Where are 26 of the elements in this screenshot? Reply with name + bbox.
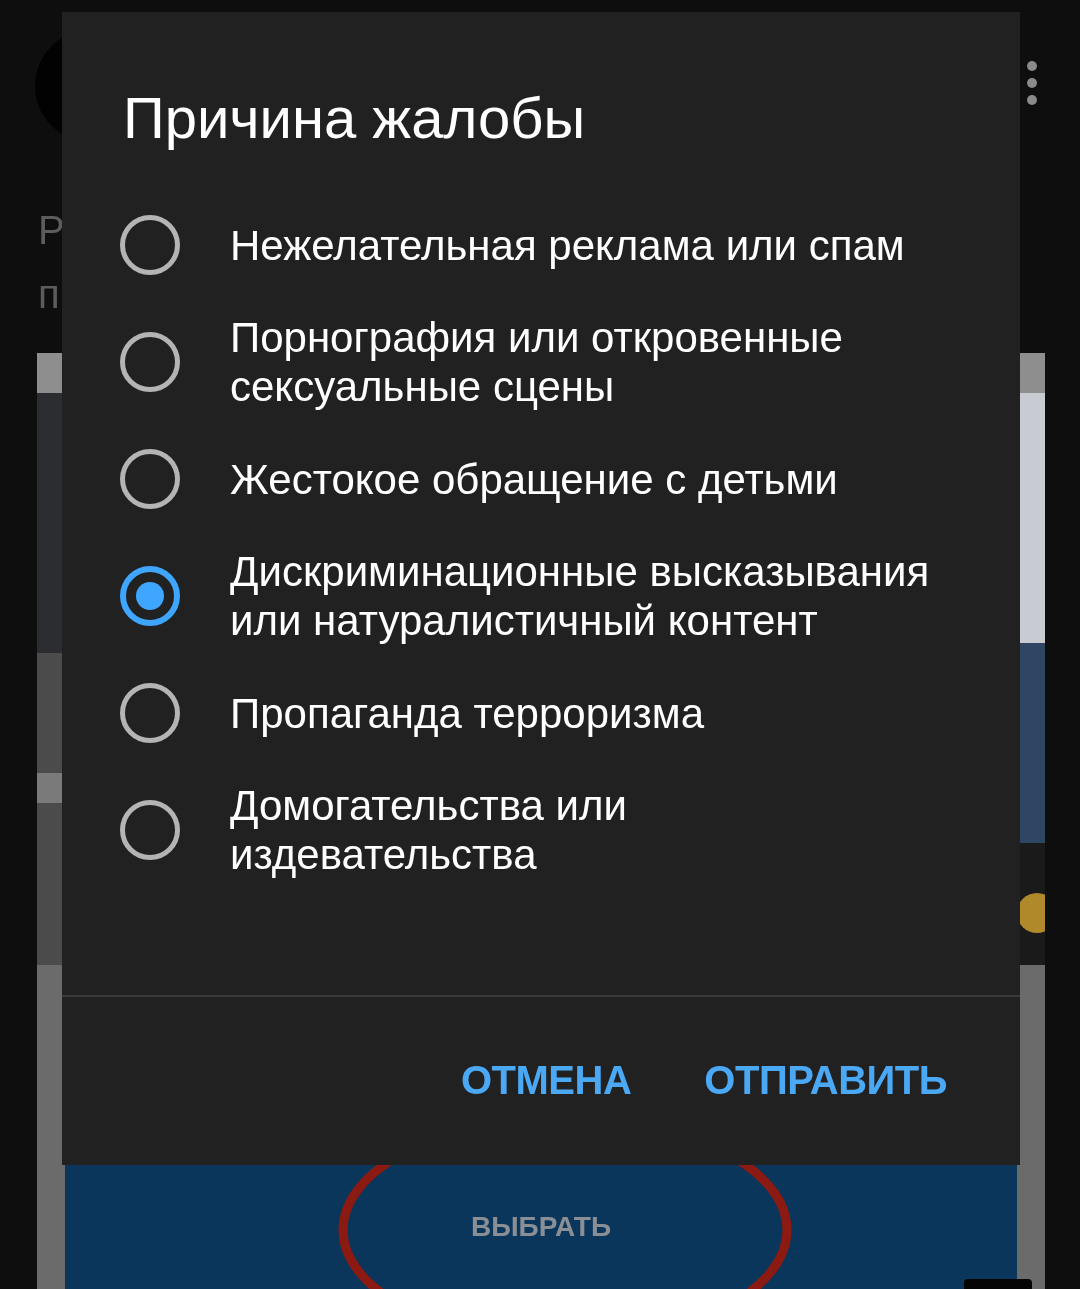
radio-button[interactable]	[120, 683, 180, 743]
option-label: Дискриминационные высказывания или натуралистичный контент	[230, 547, 930, 645]
option-label: Жестокое обращение с детьми	[230, 454, 839, 504]
radio-option[interactable]: Домогательства или издевательства	[120, 762, 980, 898]
radio-button[interactable]	[120, 566, 180, 626]
radio-option[interactable]: Нежелательная реклама или спам	[120, 196, 980, 294]
option-label: Нежелательная реклама или спам	[230, 220, 906, 270]
cancel-button[interactable]: ОТМЕНА	[461, 1050, 632, 1110]
dialog-title: Причина жалобы	[123, 85, 587, 151]
send-button[interactable]: ОТПРАВИТЬ	[704, 1050, 947, 1110]
option-label: Домогательства или издевательства	[230, 781, 628, 879]
radio-option[interactable]: Дискриминационные высказывания или натуралистичный контент	[120, 528, 980, 664]
radio-button[interactable]	[120, 332, 180, 392]
text-fragment: п	[38, 271, 61, 318]
text-fragment: Р	[38, 207, 65, 254]
choose-button[interactable]: ВЫБРАТЬ	[471, 1205, 611, 1248]
radio-button[interactable]	[120, 449, 180, 509]
radio-option[interactable]: Пропаганда терроризма	[120, 664, 980, 762]
badge	[964, 1279, 1032, 1289]
more-icon[interactable]	[1024, 58, 1040, 108]
option-label: Пропаганда терроризма	[230, 688, 705, 738]
radio-option[interactable]: Жестокое обращение с детьми	[120, 430, 980, 528]
option-label: Порнография или откровенные сексуальные сцены	[230, 313, 844, 411]
radio-button[interactable]	[120, 215, 180, 275]
radio-option[interactable]: Порнография или откровенные сексуальные сцены	[120, 294, 980, 430]
radio-button[interactable]	[120, 800, 180, 860]
